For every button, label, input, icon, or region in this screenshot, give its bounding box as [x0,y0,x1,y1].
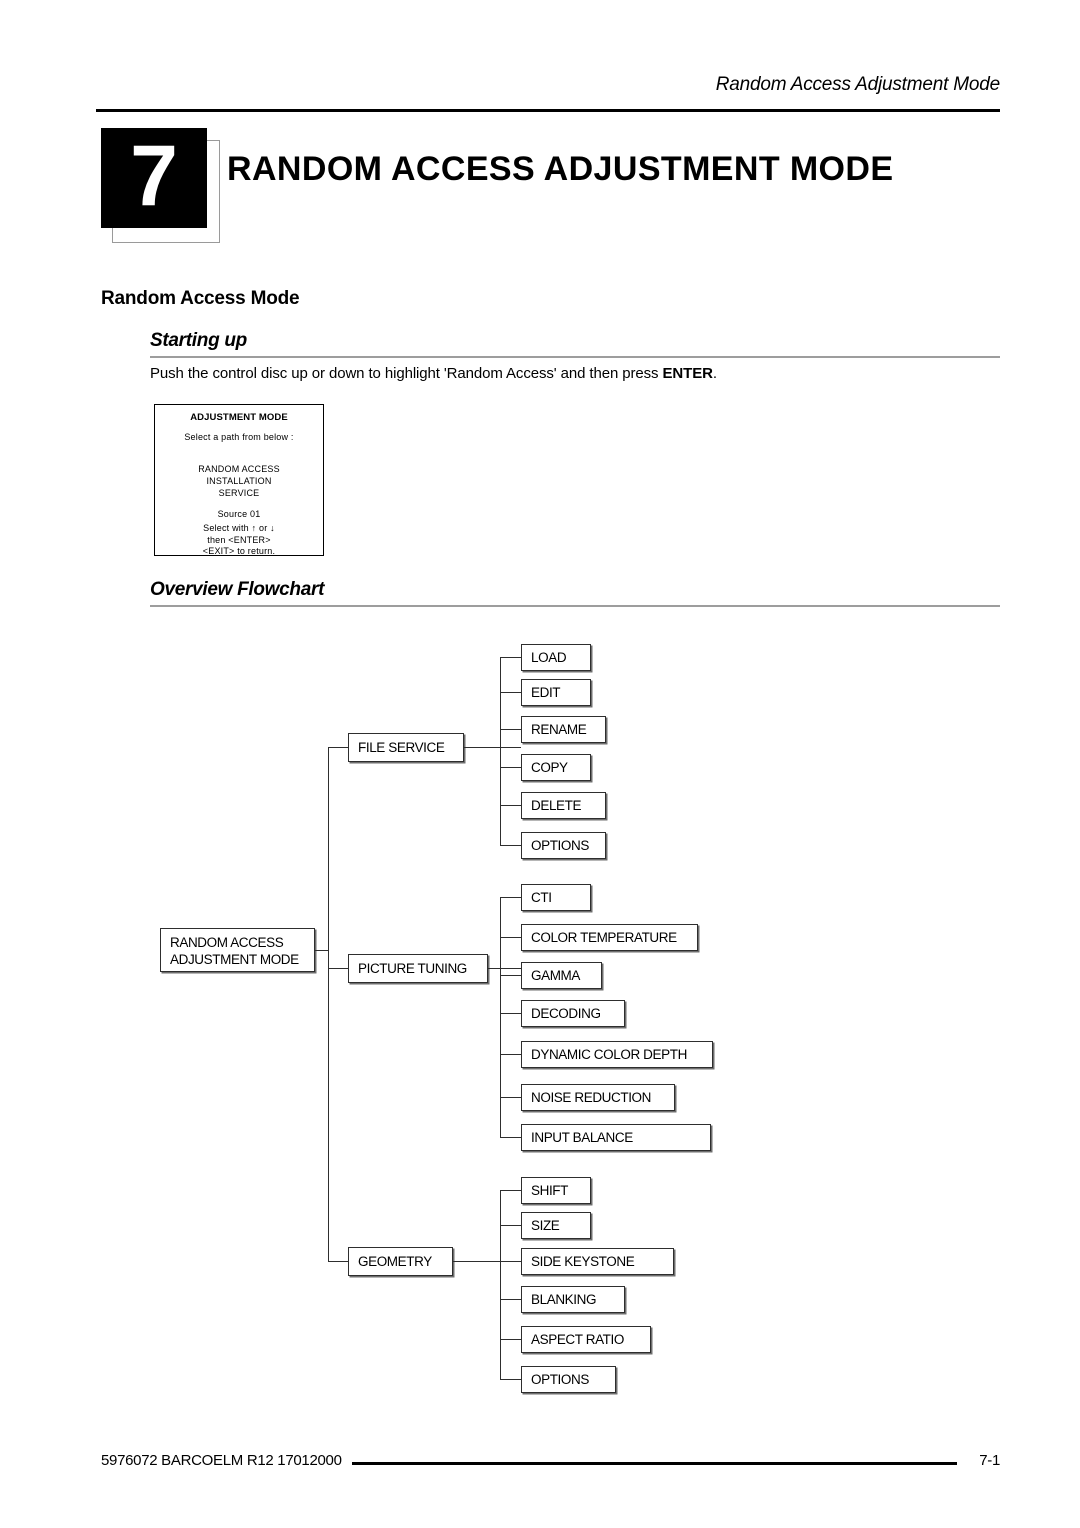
flow-connector-copy [500,767,521,768]
flow-connector-input-balance [500,1137,521,1138]
flow-node-load[interactable]: LOAD [521,644,591,671]
flow-node-blanking[interactable]: BLANKING [521,1286,625,1313]
flow-connector-root-stub [315,950,328,951]
flow-node-delete[interactable]: DELETE [521,792,606,819]
flow-node-geometry[interactable]: GEOMETRY [348,1247,453,1276]
footer-document-id: 5976072 BARCOELM R12 17012000 [101,1452,342,1469]
flow-node-side-keystone[interactable]: SIDE KEYSTONE [521,1248,674,1275]
flow-connector-side-keystone [500,1261,521,1262]
flow-connector-delete [500,805,521,806]
flow-connector-picture-tuning-out [488,968,521,969]
overview-flowchart: RANDOM ACCESS ADJUSTMENT MODE FILE SERVI… [0,0,1080,1528]
flow-connector-geometry-trunk [500,1190,501,1380]
flow-connector-noise-reduction [500,1097,521,1098]
flow-connector-blanking [500,1299,521,1300]
flow-connector-file-service-out [464,747,521,748]
flow-node-input-balance[interactable]: INPUT BALANCE [521,1124,711,1151]
flow-connector-branch-file-service [328,747,348,748]
flow-node-noise-reduction[interactable]: NOISE REDUCTION [521,1084,675,1111]
flow-connector-options-file [500,845,521,846]
flow-connector-rename [500,729,521,730]
flow-connector-options-geometry [500,1379,521,1380]
flow-node-rename[interactable]: RENAME [521,716,606,743]
flow-connector-load [500,657,521,658]
flow-connector-cti [500,897,521,898]
flow-connector-picture-tuning-trunk [500,897,501,1137]
flow-connector-branch-picture-tuning [328,968,348,969]
footer-rule [352,1462,957,1465]
flow-node-options-file-service[interactable]: OPTIONS [521,832,606,859]
flow-connector-gamma [500,975,521,976]
flow-node-color-temperature[interactable]: COLOR TEMPERATURE [521,924,698,951]
flow-connector-branch-geometry [328,1261,348,1262]
flow-node-cti[interactable]: CTI [521,884,591,911]
flow-node-file-service[interactable]: FILE SERVICE [348,733,464,762]
flow-node-size[interactable]: SIZE [521,1212,591,1239]
flow-connector-dynamic-color-depth [500,1054,521,1055]
flow-node-root[interactable]: RANDOM ACCESS ADJUSTMENT MODE [160,928,315,972]
flow-node-decoding[interactable]: DECODING [521,1000,625,1027]
flow-connector-color-temperature [500,937,521,938]
flow-connector-size [500,1225,521,1226]
flow-node-root-line1: RANDOM ACCESS [170,935,284,950]
flow-node-options-geometry[interactable]: OPTIONS [521,1366,616,1393]
flow-connector-aspect-ratio [500,1339,521,1340]
flow-node-copy[interactable]: COPY [521,754,591,781]
flow-node-root-line2: ADJUSTMENT MODE [170,952,299,967]
flow-node-picture-tuning[interactable]: PICTURE TUNING [348,954,488,983]
flow-connector-shift [500,1190,521,1191]
flow-node-gamma[interactable]: GAMMA [521,962,602,989]
flow-node-shift[interactable]: SHIFT [521,1177,591,1204]
flow-connector-decoding [500,1013,521,1014]
flow-node-aspect-ratio[interactable]: ASPECT RATIO [521,1326,651,1353]
flow-connector-edit [500,692,521,693]
flow-node-dynamic-color-depth[interactable]: DYNAMIC COLOR DEPTH [521,1041,713,1068]
flow-connector-level1-trunk [328,747,329,1262]
flow-connector-file-service-trunk [500,657,501,845]
footer-page-number: 7-1 [979,1452,1000,1469]
flow-node-edit[interactable]: EDIT [521,679,591,706]
document-page: Random Access Adjustment Mode 7 RANDOM A… [0,0,1080,1528]
